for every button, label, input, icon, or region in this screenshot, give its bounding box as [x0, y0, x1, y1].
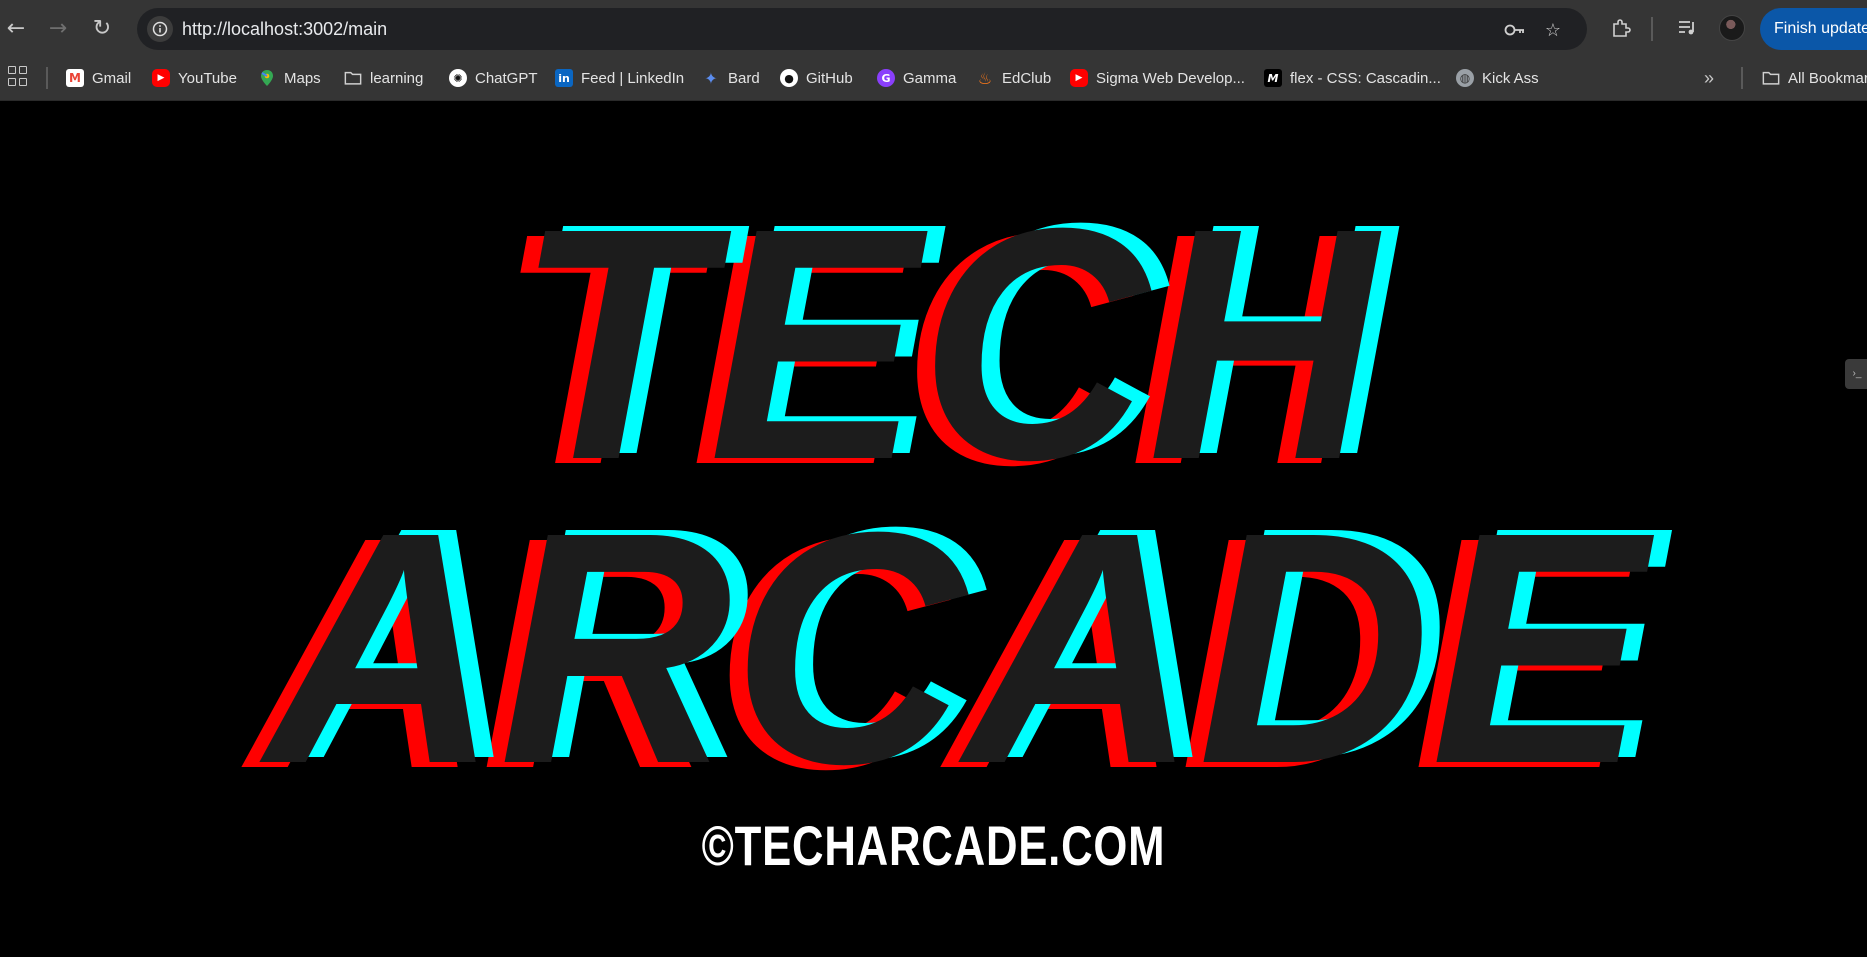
back-icon[interactable]: ← — [0, 12, 32, 44]
logo-line2: ARCADE — [256, 463, 1658, 832]
address-bar[interactable]: http://localhost:3002/main ☆ — [137, 8, 1587, 50]
site-info-icon[interactable] — [147, 16, 173, 42]
bookmark-bard[interactable]: ✦ Bard — [702, 65, 760, 91]
bookmarks-divider — [46, 67, 48, 89]
bookmark-edclub[interactable]: ♨ EdClub — [976, 65, 1051, 91]
mdn-icon: M — [1264, 69, 1282, 87]
bookmark-label: Gmail — [92, 69, 132, 87]
bookmark-learning[interactable]: learning — [344, 65, 423, 91]
forward-icon[interactable]: → — [42, 12, 74, 44]
bookmark-label: ChatGPT — [475, 69, 538, 87]
media-control-icon[interactable] — [1675, 16, 1699, 40]
bookmark-label: learning — [370, 69, 424, 87]
linkedin-icon: in — [555, 69, 573, 87]
more-bookmarks-chevron-icon[interactable]: » — [1704, 65, 1714, 91]
password-key-icon[interactable] — [1503, 18, 1527, 42]
apps-grid-icon[interactable] — [8, 66, 28, 86]
bookmarks-bar: M Gmail ▶ YouTube Maps learning ✺ ChatGP… — [0, 57, 1867, 101]
bookmark-sigma-web[interactable]: ▶ Sigma Web Develop... — [1070, 65, 1245, 91]
youtube-icon: ▶ — [1070, 69, 1088, 87]
extensions-icon[interactable] — [1609, 16, 1633, 40]
copyright-text: ©TECHARCADE.COM — [701, 814, 1166, 877]
page-content: TECH TECH TECH ARCADE ARCADE ARCADE ©TEC… — [0, 101, 1867, 957]
maps-icon — [258, 69, 276, 87]
bookmark-label: flex - CSS: Cascadin... — [1290, 69, 1441, 87]
bookmark-label: YouTube — [178, 69, 237, 87]
chatgpt-icon: ✺ — [449, 69, 467, 87]
bookmark-label: Kick Ass — [1482, 69, 1539, 87]
bookmark-chatgpt[interactable]: ✺ ChatGPT — [449, 65, 538, 91]
edclub-icon: ♨ — [977, 68, 993, 88]
url-text[interactable]: http://localhost:3002/main — [182, 8, 387, 50]
side-panel-toggle-icon[interactable]: ›_ — [1845, 359, 1867, 389]
youtube-icon: ▶ — [152, 69, 170, 87]
all-bookmarks-folder[interactable]: All Bookmarks — [1762, 65, 1867, 91]
finish-update-button[interactable]: Finish update — [1760, 8, 1867, 50]
bookmark-label: Gamma — [903, 69, 957, 87]
toolbar-divider — [1651, 17, 1653, 41]
gmail-icon: M — [66, 69, 84, 87]
bookmark-label: Sigma Web Develop... — [1096, 69, 1245, 87]
github-icon: ● — [780, 69, 798, 87]
bookmark-label: EdClub — [1002, 69, 1052, 87]
bookmark-gmail[interactable]: M Gmail — [66, 65, 131, 91]
gamma-icon: G — [877, 69, 895, 87]
bookmark-kick-ass[interactable]: ◍ Kick Ass — [1456, 65, 1539, 91]
browser-toolbar: ← → ↻ http://localhost:3002/main ☆ Finis… — [0, 0, 1867, 57]
bookmark-star-icon[interactable]: ☆ — [1541, 18, 1565, 42]
profile-avatar[interactable] — [1719, 15, 1745, 41]
bookmarks-divider — [1741, 67, 1743, 89]
bookmark-github[interactable]: ● GitHub — [780, 65, 853, 91]
bookmark-label: Maps — [284, 69, 321, 87]
globe-icon: ◍ — [1456, 69, 1474, 87]
bookmark-youtube[interactable]: ▶ YouTube — [152, 65, 237, 91]
folder-icon — [344, 69, 362, 87]
bookmark-label: GitHub — [806, 69, 853, 87]
bookmark-label: Feed | LinkedIn — [581, 69, 685, 87]
bookmark-label: Bard — [728, 69, 760, 87]
bookmark-label: All Bookmarks — [1788, 69, 1867, 87]
reload-icon[interactable]: ↻ — [86, 12, 118, 44]
bookmark-maps[interactable]: Maps — [258, 65, 321, 91]
folder-icon — [1762, 69, 1780, 87]
bookmark-linkedin[interactable]: in Feed | LinkedIn — [555, 65, 684, 91]
bookmark-mdn-flex[interactable]: M flex - CSS: Cascadin... — [1264, 65, 1441, 91]
bard-icon: ✦ — [704, 68, 718, 88]
bookmark-gamma[interactable]: G Gamma — [877, 65, 956, 91]
